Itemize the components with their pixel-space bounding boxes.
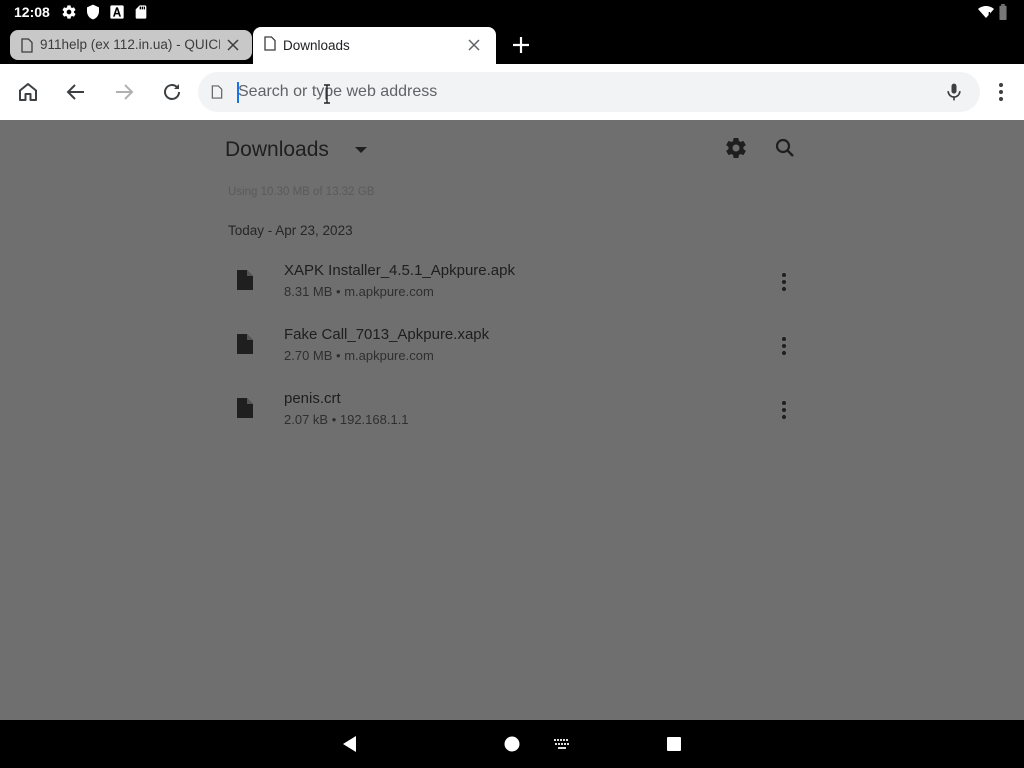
more-options-icon[interactable]	[772, 270, 796, 294]
settings-button[interactable]	[724, 136, 748, 160]
address-input[interactable]	[238, 82, 918, 102]
file-meta: 2.07 kB • 192.168.1.1	[284, 412, 409, 427]
file-icon	[237, 334, 253, 354]
file-icon	[237, 270, 253, 290]
page-title: Downloads	[225, 138, 329, 161]
file-name[interactable]: penis.crt	[284, 390, 341, 407]
tab-title: Downloads	[283, 38, 350, 53]
microphone-icon[interactable]	[944, 82, 964, 102]
page-icon	[264, 36, 276, 51]
chevron-down-icon[interactable]	[354, 146, 368, 154]
text-caret	[237, 82, 239, 103]
sd-card-icon	[135, 5, 147, 19]
status-bar: 12:08	[0, 0, 1024, 24]
forward-button[interactable]	[112, 80, 136, 104]
date-group-header: Today - Apr 23, 2023	[228, 223, 353, 238]
download-item[interactable]: penis.crt 2.07 kB • 192.168.1.1	[226, 380, 802, 442]
more-options-icon[interactable]	[772, 334, 796, 358]
download-item[interactable]: XAPK Installer_4.5.1_Apkpure.apk 8.31 MB…	[226, 252, 802, 314]
download-item[interactable]: Fake Call_7013_Apkpure.xapk 2.70 MB • m.…	[226, 316, 802, 378]
more-options-icon[interactable]	[772, 398, 796, 422]
mouse-cursor-icon	[324, 84, 330, 104]
browser-toolbar	[0, 64, 1024, 120]
status-clock: 12:08	[14, 4, 50, 20]
settings-icon	[62, 5, 76, 19]
close-tab-icon[interactable]	[467, 38, 481, 52]
nav-home-icon[interactable]	[502, 734, 522, 754]
close-tab-icon[interactable]	[226, 38, 240, 52]
tab-strip: 911help (ex 112.in.ua) - QUICK Downloads	[0, 24, 1024, 64]
file-meta: 8.31 MB • m.apkpure.com	[284, 284, 434, 299]
search-icon[interactable]	[773, 136, 797, 160]
shield-icon	[87, 4, 99, 20]
nav-back-icon[interactable]	[340, 734, 360, 754]
page-icon	[21, 38, 33, 53]
downloads-page: Downloads Using 10.30 MB of 13.32 GB Tod…	[0, 120, 1024, 720]
system-nav-bar	[0, 720, 1024, 768]
home-button[interactable]	[16, 80, 40, 104]
menu-more-icon[interactable]	[989, 80, 1013, 104]
storage-usage-text: Using 10.30 MB of 13.32 GB	[228, 186, 375, 198]
new-tab-button[interactable]	[510, 34, 532, 56]
font-a-icon	[110, 5, 124, 19]
address-bar[interactable]	[198, 72, 980, 112]
file-meta: 2.70 MB • m.apkpure.com	[284, 348, 434, 363]
page-info-icon[interactable]	[211, 85, 223, 99]
tab-title: 911help (ex 112.in.ua) - QUICK	[40, 37, 220, 52]
nav-recents-icon[interactable]	[664, 734, 684, 754]
file-icon	[237, 398, 253, 418]
keyboard-icon[interactable]	[552, 734, 572, 754]
wifi-icon	[978, 6, 994, 18]
battery-icon	[999, 4, 1007, 20]
file-name[interactable]: XAPK Installer_4.5.1_Apkpure.apk	[284, 262, 515, 279]
file-name[interactable]: Fake Call_7013_Apkpure.xapk	[284, 326, 489, 343]
tab-downloads[interactable]: Downloads	[253, 27, 496, 64]
reload-button[interactable]	[160, 80, 184, 104]
back-button[interactable]	[64, 80, 88, 104]
tab-911help[interactable]: 911help (ex 112.in.ua) - QUICK	[10, 30, 252, 60]
